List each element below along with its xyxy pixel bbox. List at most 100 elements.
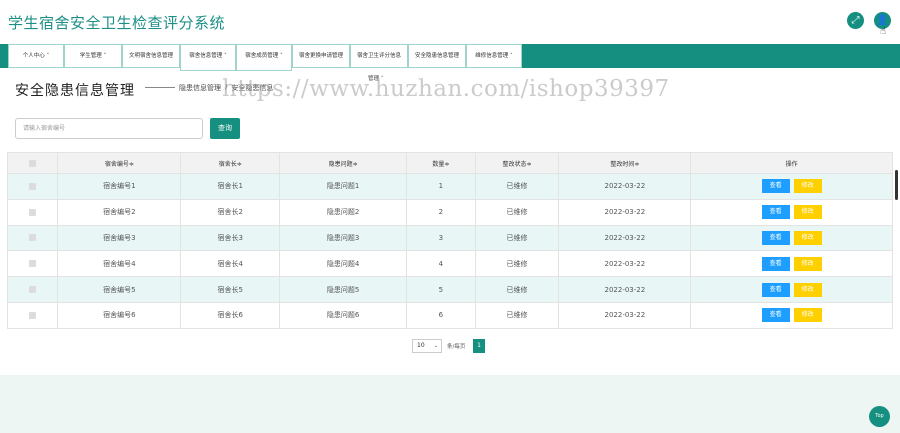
actions-cell: 查看 修改 [690, 301, 893, 329]
edit-button[interactable]: 修改 [793, 256, 822, 271]
cell-date: 2022-03-22 [558, 301, 692, 329]
top-nav: 个人中心 ˅ 学生管理 ˅ 文明宿舍信息管理 宿舍信息管理 ˅ 宿舍成员管理 ˅ 宿舍更换… [0, 44, 900, 71]
column-header[interactable]: 宿舍长≑ [180, 152, 281, 174]
cell-leader: 宿舍长1 [180, 173, 281, 200]
table-row: 宿舍编号6 宿舍长6 隐患问题6 6 已维修 2022-03-22 查看 修改 [6, 301, 893, 329]
nav-item[interactable]: 宿舍成员管理 ˅ [236, 44, 292, 71]
row-checkbox-cell [6, 224, 59, 252]
cell-issue: 隐患问题2 [279, 198, 408, 226]
page-size-select[interactable]: 10 ⌄ [412, 339, 442, 353]
row-checkbox[interactable] [29, 182, 37, 190]
search-button[interactable]: 查询 [210, 118, 240, 139]
cell-dorm: 宿舍编号4 [57, 250, 182, 278]
cell-dorm: 宿舍编号1 [57, 173, 182, 200]
column-header[interactable]: 数量≑ [406, 152, 476, 174]
nav-item[interactable]: 个人中心 ˅ [8, 44, 64, 68]
view-button[interactable]: 查看 [761, 205, 790, 220]
column-header[interactable]: 整改状态≑ [474, 152, 560, 174]
edit-button[interactable]: 修改 [793, 205, 822, 220]
search-input[interactable]: 请输入宿舍编号 [15, 118, 203, 139]
data-table: 宿舍编号≑ 宿舍长≑ 隐患问题≑ 数量≑ 整改状态≑ 整改时间≑ 操作 宿舍编号1 宿舍长1 隐… [6, 152, 893, 329]
edit-button[interactable]: 修改 [793, 230, 822, 245]
per-page-label: 条/每页 [447, 344, 466, 350]
nav-item[interactable]: 宿舍卫生评分信息 [350, 44, 408, 68]
cell-issue: 隐患问题4 [279, 250, 408, 278]
cell-leader: 宿舍长5 [180, 276, 281, 303]
view-button[interactable]: 查看 [761, 230, 790, 245]
breadcrumb-item[interactable]: 隐患信息管理 [179, 83, 221, 93]
cell-qty: 4 [406, 250, 476, 278]
page-title: 安全隐患信息管理 [15, 83, 135, 99]
cell-date: 2022-03-22 [558, 250, 692, 278]
row-checkbox[interactable] [29, 208, 37, 216]
footer [0, 375, 900, 433]
scrollbar[interactable] [895, 170, 898, 200]
edit-button[interactable]: 修改 [793, 308, 822, 323]
cell-status: 已维修 [474, 198, 560, 226]
view-button[interactable]: 查看 [761, 308, 790, 323]
table-body: 宿舍编号1 宿舍长1 隐患问题1 1 已维修 2022-03-22 查看 修改 宿舍编号2 宿舍长… [6, 173, 893, 329]
cell-qty: 3 [406, 224, 476, 252]
cell-dorm: 宿舍编号3 [57, 224, 182, 252]
nav-item[interactable]: 文明宿舍信息管理 [122, 44, 180, 68]
watermark: https://www.huzhan.com/ishop39397 [222, 76, 670, 102]
column-header[interactable]: 操作 [690, 152, 893, 174]
cell-dorm: 宿舍编号2 [57, 198, 182, 226]
breadcrumb: 隐患信息管理 / 安全隐患信息 [145, 83, 273, 93]
header: 学生宿舍安全卫生检查评分系统 ⤢ 👤 ☝ [0, 0, 900, 44]
cell-qty: 6 [406, 301, 476, 329]
cell-date: 2022-03-22 [558, 224, 692, 252]
cell-leader: 宿舍长2 [180, 198, 281, 226]
row-checkbox[interactable] [29, 311, 37, 319]
cell-issue: 隐患问题5 [279, 276, 408, 303]
nav-item[interactable]: 维修信息管理 ˅ [466, 44, 522, 68]
nav-submenu-label[interactable]: 管理 ˅ [368, 74, 384, 82]
cell-status: 已维修 [474, 173, 560, 200]
cell-issue: 隐患问题3 [279, 224, 408, 252]
edit-button[interactable]: 修改 [793, 179, 822, 194]
select-all-checkbox[interactable] [29, 159, 37, 167]
cell-date: 2022-03-22 [558, 276, 692, 303]
nav-bar: 个人中心 ˅ 学生管理 ˅ 文明宿舍信息管理 宿舍信息管理 ˅ 宿舍成员管理 ˅ 宿舍更换… [8, 44, 522, 71]
view-button[interactable]: 查看 [761, 256, 790, 271]
column-header[interactable]: 隐患问题≑ [279, 152, 408, 174]
actions-cell: 查看 修改 [690, 250, 893, 278]
table-header-row: 宿舍编号≑ 宿舍长≑ 隐患问题≑ 数量≑ 整改状态≑ 整改时间≑ 操作 [6, 152, 893, 174]
cell-dorm: 宿舍编号6 [57, 301, 182, 329]
row-checkbox-cell [6, 250, 59, 278]
nav-item[interactable]: 宿舍信息管理 ˅ [180, 44, 236, 71]
nav-item[interactable]: 安全隐患信息管理 [408, 44, 466, 68]
back-to-top-button[interactable]: Top [869, 406, 890, 427]
cell-status: 已维修 [474, 301, 560, 329]
nav-item[interactable]: 学生管理 ˅ [64, 44, 122, 68]
actions-cell: 查看 修改 [690, 198, 893, 226]
cell-date: 2022-03-22 [558, 173, 692, 200]
cell-issue: 隐患问题1 [279, 173, 408, 200]
page-number-button[interactable]: 1 [473, 339, 485, 353]
expand-icon[interactable]: ⤢ [847, 12, 864, 29]
row-checkbox-cell [6, 198, 59, 226]
hand-cursor-icon: ☝ [880, 26, 887, 37]
row-checkbox[interactable] [29, 234, 37, 242]
table-row: 宿舍编号4 宿舍长4 隐患问题4 4 已维修 2022-03-22 查看 修改 [6, 250, 893, 278]
table-row: 宿舍编号3 宿舍长3 隐患问题3 3 已维修 2022-03-22 查看 修改 [6, 224, 893, 252]
table-row: 宿舍编号5 宿舍长5 隐患问题5 5 已维修 2022-03-22 查看 修改 [6, 276, 893, 303]
nav-item[interactable]: 宿舍更换申请管理 [292, 44, 350, 68]
column-header[interactable]: 宿舍编号≑ [57, 152, 182, 174]
select-all-checkbox-cell[interactable] [6, 152, 59, 174]
view-button[interactable]: 查看 [761, 282, 790, 297]
actions-cell: 查看 修改 [690, 276, 893, 303]
cell-status: 已维修 [474, 250, 560, 278]
table-row: 宿舍编号1 宿舍长1 隐患问题1 1 已维修 2022-03-22 查看 修改 [6, 173, 893, 200]
row-checkbox[interactable] [29, 260, 37, 268]
actions-cell: 查看 修改 [690, 224, 893, 252]
row-checkbox-cell [6, 301, 59, 329]
edit-button[interactable]: 修改 [793, 282, 822, 297]
view-button[interactable]: 查看 [761, 179, 790, 194]
cell-leader: 宿舍长4 [180, 250, 281, 278]
column-header[interactable]: 整改时间≑ [558, 152, 692, 174]
row-checkbox[interactable] [29, 286, 37, 294]
breadcrumb-divider: / [225, 83, 228, 91]
cell-qty: 2 [406, 198, 476, 226]
cell-issue: 隐患问题6 [279, 301, 408, 329]
